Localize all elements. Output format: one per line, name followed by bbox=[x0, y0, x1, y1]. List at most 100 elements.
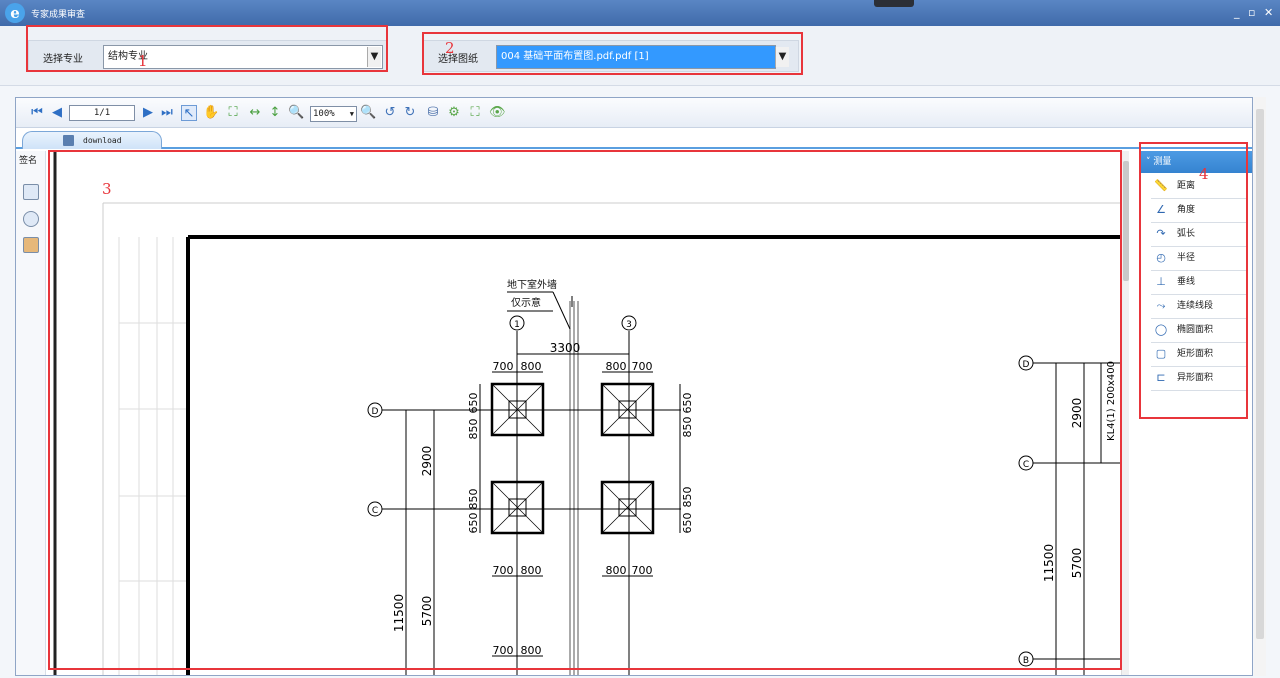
axis-label-3: 3 bbox=[626, 320, 632, 330]
tool-label: 垂线 bbox=[1177, 277, 1196, 287]
dim-3300: 3300 bbox=[550, 341, 581, 355]
dim-850-c: 850 bbox=[681, 417, 694, 438]
page-input[interactable]: 1/1 bbox=[69, 105, 135, 121]
rotate-left-icon[interactable]: ↺ bbox=[382, 105, 398, 121]
dim-700-e: 700 bbox=[493, 644, 514, 657]
tool-label: 异形面积 bbox=[1177, 373, 1214, 383]
dim-850-a: 850 bbox=[467, 419, 480, 440]
dim-800-b: 800 bbox=[606, 360, 627, 373]
chevron-down-icon[interactable]: ▼ bbox=[367, 47, 381, 67]
angle-icon: ∠ bbox=[1156, 203, 1166, 216]
page-scroll-thumb[interactable] bbox=[1256, 109, 1264, 639]
note-schematic: 仅示意 bbox=[511, 296, 541, 309]
dim-2900-right: 2900 bbox=[1070, 398, 1084, 429]
tool-label: 角度 bbox=[1177, 205, 1196, 215]
tab-label: download bbox=[83, 136, 122, 145]
left-rail: 签名 bbox=[16, 151, 46, 675]
drawing-select[interactable]: 004 基础平面布置图.pdf.pdf [1] ▼ bbox=[496, 45, 789, 69]
signature-pen-icon[interactable] bbox=[23, 184, 39, 200]
annotation-number-2: 2 bbox=[445, 39, 455, 57]
zoom-out-icon[interactable]: 🔍 bbox=[288, 105, 304, 121]
axis-label-c: C bbox=[372, 506, 378, 516]
bookmark-icon[interactable] bbox=[23, 237, 39, 253]
first-page-icon[interactable]: ⏮ bbox=[29, 105, 45, 121]
dim-700-d: 700 bbox=[632, 564, 653, 577]
zoom-in-icon[interactable]: 🔍 bbox=[360, 105, 376, 121]
drawing-scroll-thumb[interactable] bbox=[1123, 161, 1129, 281]
signature-label: 签名 bbox=[19, 156, 38, 166]
dim-800-c: 800 bbox=[521, 564, 542, 577]
measure-panel: ˅ 测量 📏 距离 ∠ 角度 ↷ 弧长 ◴ 半径 ⊥ 垂线 ⤳ 连续线段 ◯ 椭圆面积 ▢ 矩形… bbox=[1141, 151, 1252, 675]
tool-label: 连续线段 bbox=[1177, 301, 1214, 311]
last-page-icon[interactable]: ⏭ bbox=[159, 105, 175, 121]
layers-icon[interactable]: ⚙ bbox=[446, 105, 462, 121]
measure-panel-header[interactable]: ˅ 测量 bbox=[1141, 151, 1252, 173]
tool-rectangle-area[interactable]: ▢ 矩形面积 bbox=[1151, 343, 1247, 367]
eye-icon[interactable]: 👁 bbox=[489, 105, 506, 121]
tool-radius[interactable]: ◴ 半径 bbox=[1151, 247, 1247, 271]
tool-label: 距离 bbox=[1177, 181, 1196, 191]
title-bar: e 专家成果审查 _ ▫ ✕ bbox=[0, 0, 1280, 26]
dim-11500-left: 11500 bbox=[392, 594, 406, 632]
tab-download[interactable]: download bbox=[22, 131, 162, 149]
tool-label: 半径 bbox=[1177, 253, 1196, 263]
fullscreen-icon[interactable]: ⛶ bbox=[467, 105, 483, 121]
minimize-button[interactable]: _ bbox=[1234, 6, 1240, 19]
save-disk-icon bbox=[63, 135, 74, 146]
tool-angle[interactable]: ∠ 角度 bbox=[1151, 199, 1247, 223]
drawing-label: 选择图纸 bbox=[438, 54, 478, 65]
tool-polyline[interactable]: ⤳ 连续线段 bbox=[1151, 295, 1247, 319]
fit-width-icon[interactable]: ↔ bbox=[247, 105, 263, 121]
annotation-number-4: 4 bbox=[1199, 165, 1209, 183]
dim-700-c: 700 bbox=[493, 564, 514, 577]
tool-ellipse-area[interactable]: ◯ 椭圆面积 bbox=[1151, 319, 1247, 343]
drawing-selector-group: 选择图纸 004 基础平面布置图.pdf.pdf [1] ▼ bbox=[423, 40, 799, 72]
axis-label-d: D bbox=[372, 407, 379, 417]
specialty-selector-group: 选择专业 结构专业 ▼ bbox=[28, 40, 388, 72]
pan-hand-icon[interactable]: ✋ bbox=[203, 105, 219, 121]
dim-5700-left: 5700 bbox=[420, 596, 434, 627]
window-title: 专家成果审查 bbox=[31, 10, 86, 20]
radius-icon: ◴ bbox=[1156, 251, 1166, 264]
tool-polygon-area[interactable]: ⊏ 异形面积 bbox=[1151, 367, 1247, 391]
dim-650-d: 650 bbox=[681, 513, 694, 534]
rotate-right-icon[interactable]: ↻ bbox=[402, 105, 418, 121]
tool-label: 弧长 bbox=[1177, 229, 1196, 239]
note-wall: 地下室外墙 bbox=[507, 278, 557, 291]
beam-label: KL4(1) 200x400 bbox=[1106, 361, 1117, 441]
page-scrollbar[interactable] bbox=[1254, 97, 1266, 676]
select-tool-icon[interactable]: ↖ bbox=[181, 105, 197, 121]
dim-650-b: 650 bbox=[467, 513, 480, 534]
axis-label-d-right: D bbox=[1023, 360, 1030, 370]
prev-page-icon[interactable]: ◀ bbox=[49, 105, 65, 121]
find-binoculars-icon[interactable]: ⛁ bbox=[425, 105, 441, 121]
axis-label-1: 1 bbox=[514, 320, 520, 330]
dim-5700-right: 5700 bbox=[1070, 548, 1084, 579]
chevron-down-icon[interactable]: ▼ bbox=[775, 47, 789, 67]
tool-perpendicular[interactable]: ⊥ 垂线 bbox=[1151, 271, 1247, 295]
comment-icon[interactable] bbox=[23, 211, 39, 227]
tool-arc-length[interactable]: ↷ 弧长 bbox=[1151, 223, 1247, 247]
dim-2900-left: 2900 bbox=[420, 446, 434, 477]
rectangle-icon: ▢ bbox=[1155, 347, 1167, 360]
dim-850-b: 850 bbox=[467, 489, 480, 510]
restore-button[interactable]: ▫ bbox=[1248, 6, 1255, 19]
dim-700-b: 700 bbox=[632, 360, 653, 373]
pdf-viewer: ⏮ ◀ 1/1 ▶ ⏭ ↖ ✋ ⛶ ↔ ↕ 🔍 100% ▼ 🔍 ↺ ↻ ⛁ ⚙ … bbox=[15, 97, 1253, 676]
arc-icon: ↷ bbox=[1156, 227, 1166, 240]
close-button[interactable]: ✕ bbox=[1264, 6, 1273, 19]
axis-label-c-right: C bbox=[1023, 460, 1029, 470]
zoom-value: 100% bbox=[313, 109, 335, 119]
dim-800-d: 800 bbox=[606, 564, 627, 577]
zoom-select[interactable]: 100% ▼ bbox=[310, 106, 357, 122]
next-page-icon[interactable]: ▶ bbox=[140, 105, 156, 121]
perpendicular-icon: ⊥ bbox=[1156, 275, 1166, 288]
dim-11500-right: 11500 bbox=[1042, 544, 1056, 582]
polyline-icon: ⤳ bbox=[1156, 299, 1166, 312]
fit-height-icon[interactable]: ↕ bbox=[267, 105, 283, 121]
drawing-scrollbar[interactable] bbox=[1121, 151, 1129, 675]
fit-page-icon[interactable]: ⛶ bbox=[225, 105, 241, 121]
dim-800-a: 800 bbox=[521, 360, 542, 373]
polygon-icon: ⊏ bbox=[1156, 371, 1166, 384]
ruler-icon: 📏 bbox=[1154, 179, 1168, 192]
